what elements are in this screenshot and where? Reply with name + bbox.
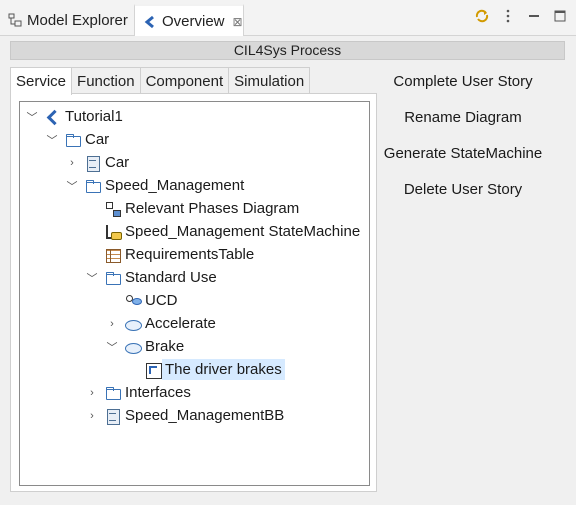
- use-case-icon: [125, 316, 142, 332]
- tab-overview[interactable]: Overview ⊠: [134, 4, 244, 37]
- folder-icon: [105, 385, 121, 401]
- tree-item-car-folder[interactable]: ﹀ Car: [46, 128, 110, 151]
- tree-item-the-driver-brakes[interactable]: The driver brakes: [145, 358, 285, 381]
- tree-item-label: RequirementsTable: [125, 246, 255, 263]
- tree-item-state-machine[interactable]: Speed_Management StateMachine: [105, 220, 360, 243]
- tree-item-requirements-table[interactable]: RequirementsTable: [105, 243, 254, 266]
- tree-item-label: Accelerate: [145, 315, 216, 332]
- tree-item-label: The driver brakes: [162, 359, 285, 380]
- tree-item-label: Car: [85, 131, 110, 148]
- minimize-icon[interactable]: [526, 8, 542, 24]
- process-title: CIL4Sys Process: [10, 41, 565, 60]
- view-toolbar: [474, 8, 568, 24]
- tree-item-label: Standard Use: [125, 269, 217, 286]
- tree-item-speed-management[interactable]: ﹀ Speed_Management: [66, 174, 245, 197]
- tree-item-interfaces[interactable]: › Interfaces: [86, 381, 191, 404]
- chevron-right-icon[interactable]: ›: [106, 318, 118, 330]
- tab-component[interactable]: Component: [139, 67, 230, 94]
- tab-simulation[interactable]: Simulation: [228, 67, 311, 94]
- scenario-icon: [145, 362, 162, 379]
- tree-item-ucd[interactable]: UCD: [125, 289, 178, 312]
- diagram-icon: [105, 201, 121, 217]
- rename-diagram-link[interactable]: Rename Diagram: [378, 107, 548, 129]
- use-case-icon: [125, 339, 142, 355]
- tree-item-label: Car: [105, 154, 130, 171]
- chevron-down-icon[interactable]: ﹀: [106, 341, 118, 354]
- tree-item-label: Relevant Phases Diagram: [125, 200, 300, 217]
- tree-item-label: Speed_Management StateMachine: [125, 223, 361, 240]
- view-menu-icon[interactable]: [500, 8, 516, 24]
- table-icon: [105, 247, 121, 263]
- folder-icon: [65, 132, 81, 148]
- process-tabs: Service Function Component Simulation: [10, 67, 311, 95]
- use-case-diagram-icon: [125, 293, 142, 309]
- tab-service[interactable]: Service: [10, 67, 73, 95]
- block-icon: [105, 408, 121, 425]
- tab-label: Model Explorer: [27, 11, 128, 29]
- tab-model-explorer[interactable]: Model Explorer: [0, 4, 133, 36]
- delete-user-story-link[interactable]: Delete User Story: [378, 179, 548, 201]
- chevron-down-icon[interactable]: ﹀: [46, 134, 58, 147]
- tree-item-label: Brake: [145, 338, 185, 355]
- tree-item-tutorial1[interactable]: ﹀ Tutorial1: [26, 105, 123, 128]
- folder-icon: [85, 178, 101, 194]
- folder-icon: [105, 270, 121, 286]
- tree-item-label: Speed_Management: [105, 177, 245, 194]
- tree-item-relevant-phases-diagram[interactable]: Relevant Phases Diagram: [105, 197, 299, 220]
- tree-item-speed-management-bb[interactable]: › Speed_ManagementBB: [86, 404, 284, 427]
- tree-item-brake[interactable]: ﹀ Brake: [106, 335, 185, 358]
- model-tree[interactable]: ﹀ Tutorial1 ﹀ Car › Car ﹀ Speed_Manageme…: [19, 101, 370, 486]
- close-icon[interactable]: ⊠: [233, 15, 243, 29]
- tree-item-accelerate[interactable]: › Accelerate: [106, 312, 216, 335]
- tab-label: Overview: [162, 13, 225, 30]
- chevron-right-icon[interactable]: ›: [86, 387, 98, 399]
- model-explorer-icon: [8, 13, 22, 27]
- maximize-icon[interactable]: [552, 8, 568, 24]
- capella-model-icon: [45, 109, 61, 125]
- tree-item-standard-use[interactable]: ﹀ Standard Use: [86, 266, 217, 289]
- chevron-right-icon[interactable]: ›: [86, 410, 98, 422]
- tab-function[interactable]: Function: [71, 67, 141, 94]
- view-tab-bar: Model Explorer Overview ⊠: [0, 0, 576, 37]
- generate-statemachine-link[interactable]: Generate StateMachine: [378, 143, 548, 165]
- service-tab-panel: ﹀ Tutorial1 ﹀ Car › Car ﹀ Speed_Manageme…: [10, 93, 377, 492]
- tree-item-label: Tutorial1: [65, 108, 123, 125]
- state-machine-icon: [105, 224, 122, 240]
- tree-item-car-block[interactable]: › Car: [66, 151, 129, 174]
- block-icon: [85, 155, 101, 172]
- tree-item-label: Interfaces: [125, 384, 191, 401]
- chevron-down-icon[interactable]: ﹀: [86, 272, 98, 285]
- tree-item-label: Speed_ManagementBB: [125, 407, 285, 424]
- tree-item-label: UCD: [145, 292, 178, 309]
- chevron-down-icon[interactable]: ﹀: [66, 180, 78, 193]
- chevron-right-icon[interactable]: ›: [66, 157, 78, 169]
- capella-icon: [143, 15, 157, 29]
- chevron-down-icon[interactable]: ﹀: [26, 111, 38, 124]
- complete-user-story-link[interactable]: Complete User Story: [378, 71, 548, 93]
- sync-icon[interactable]: [474, 8, 490, 24]
- overview-panel: CIL4Sys Process Service Function Compone…: [0, 36, 576, 505]
